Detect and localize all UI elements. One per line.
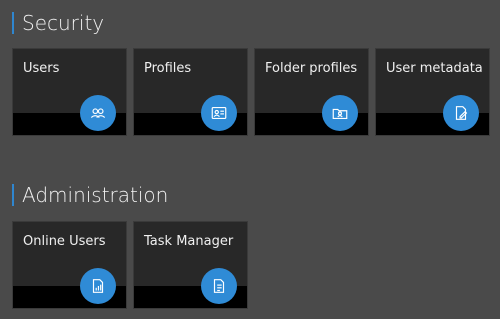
tile-folder-profiles[interactable]: Folder profiles — [254, 48, 369, 136]
security-tiles: Users Profiles Folder profiles User meta… — [12, 48, 490, 136]
profile-card-icon — [201, 95, 237, 131]
administration-tiles: Online Users Task Manager — [12, 221, 248, 309]
section-title-security: Security — [12, 12, 104, 34]
section-title-administration: Administration — [12, 184, 168, 206]
chart-document-icon — [80, 268, 116, 304]
tile-user-metadata[interactable]: User metadata — [375, 48, 490, 136]
tile-label: Folder profiles — [265, 61, 358, 76]
tile-label: Online Users — [23, 234, 106, 249]
tile-task-manager[interactable]: Task Manager — [133, 221, 248, 309]
tile-label: Task Manager — [144, 234, 234, 249]
tile-profiles[interactable]: Profiles — [133, 48, 248, 136]
tile-label: User metadata — [386, 61, 483, 76]
tile-label: Profiles — [144, 61, 192, 76]
tile-online-users[interactable]: Online Users — [12, 221, 127, 309]
edit-document-icon — [443, 95, 479, 131]
task-list-icon — [201, 268, 237, 304]
users-icon — [80, 95, 116, 131]
tile-users[interactable]: Users — [12, 48, 127, 136]
tile-label: Users — [23, 61, 60, 76]
folder-profile-icon — [322, 95, 358, 131]
